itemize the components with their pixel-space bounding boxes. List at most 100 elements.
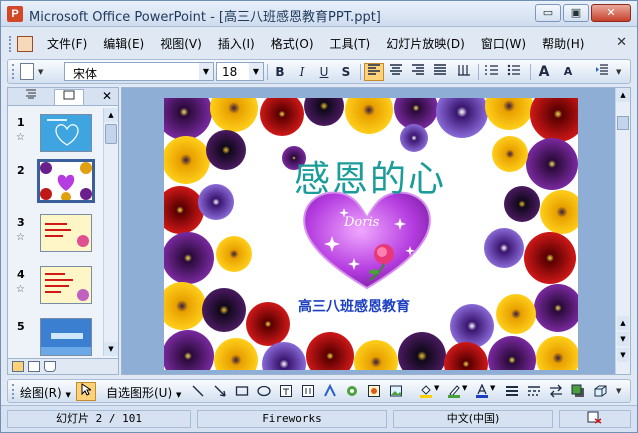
slide-title[interactable]: 感恩的心 <box>294 150 446 202</box>
tab-slides[interactable] <box>54 89 84 105</box>
slide-show-view-icon[interactable] <box>44 361 56 372</box>
toolbar-options-chevron-icon[interactable]: ▼ <box>616 387 621 395</box>
scroll-up-icon[interactable]: ▲ <box>616 88 630 102</box>
slide-number: 4 <box>17 268 25 281</box>
font-size-select[interactable]: 18 ▼ <box>216 62 264 81</box>
list-item[interactable]: 2 <box>8 158 102 210</box>
grow-font-button[interactable]: A <box>534 63 554 81</box>
chevron-down-icon[interactable]: ▼ <box>434 384 439 392</box>
line-icon[interactable] <box>190 384 206 400</box>
normal-view-icon[interactable] <box>12 361 24 372</box>
current-slide[interactable]: Doris 感恩的心 高三八班感恩教育 <box>164 98 578 370</box>
select-objects-button[interactable] <box>76 382 96 401</box>
list-item[interactable]: 3 ☆ <box>8 210 102 262</box>
menu-item-7[interactable]: 窗口(W) <box>473 36 534 53</box>
chevron-down-icon[interactable]: ▼ <box>490 384 495 392</box>
panel-close-icon[interactable]: ✕ <box>102 89 112 103</box>
font-dropdown-arrow-icon[interactable]: ▼ <box>199 63 213 80</box>
arrow-style-icon[interactable] <box>548 384 564 400</box>
menu-item-0[interactable]: 文件(F) <box>39 36 95 53</box>
slide-thumbnail-3[interactable] <box>40 214 92 252</box>
oval-icon[interactable] <box>256 384 272 400</box>
draw-menu-button[interactable]: 绘图(R) ▼ <box>20 384 71 401</box>
scrollbar-thumb[interactable] <box>617 116 629 130</box>
arrow-icon[interactable] <box>212 384 228 400</box>
shadow-style-icon[interactable] <box>570 384 586 400</box>
menu-grip-handle[interactable] <box>9 36 12 52</box>
powerpoint-app-icon[interactable]: P <box>7 6 23 22</box>
slide-thumbnail-5[interactable] <box>40 318 92 356</box>
text-box-icon[interactable] <box>278 384 294 400</box>
font-name-select[interactable]: 宋体 ▼ <box>64 62 214 81</box>
align-center-button[interactable] <box>386 63 406 81</box>
chevron-down-icon[interactable]: ▼ <box>38 68 43 76</box>
slide-thumbnail-1[interactable] <box>40 114 92 152</box>
insert-picture-icon[interactable] <box>388 384 404 400</box>
list-item[interactable]: 4 ☆ <box>8 262 102 314</box>
minimize-button[interactable]: ▭ <box>535 4 561 22</box>
diagram-icon[interactable] <box>344 384 360 400</box>
italic-button[interactable]: I <box>292 63 312 81</box>
clip-art-icon[interactable] <box>366 384 382 400</box>
next-slide-icon[interactable]: ▼ <box>617 348 629 362</box>
new-document-icon[interactable] <box>20 63 34 80</box>
scrollbar-thumb[interactable] <box>105 124 117 144</box>
chevron-down-icon[interactable]: ▼ <box>462 384 467 392</box>
menu-item-5[interactable]: 工具(T) <box>322 36 379 53</box>
underline-button[interactable]: U <box>314 63 334 81</box>
toolbar-grip-handle[interactable] <box>12 384 14 399</box>
align-left-button[interactable] <box>364 63 384 81</box>
slide-thumbnail-list[interactable]: 1 ☆ 2 3 ☆ 4 ☆ 5 <box>8 108 102 356</box>
bold-button[interactable]: B <box>270 63 290 81</box>
menu-item-2[interactable]: 视图(V) <box>152 36 210 53</box>
spelling-status[interactable] <box>559 410 631 428</box>
toolbar-grip-handle[interactable] <box>12 64 14 79</box>
decrease-indent-button[interactable] <box>592 63 612 81</box>
dash-style-icon[interactable] <box>526 384 542 400</box>
list-item[interactable]: 1 ☆ <box>8 110 102 162</box>
wordart-icon[interactable] <box>322 383 338 400</box>
slide-subtitle[interactable]: 高三八班感恩教育 <box>298 296 410 316</box>
vertical-text-box-icon[interactable] <box>300 384 316 400</box>
slide-scrollbar[interactable]: ▲ ▲ ▼ ▼ <box>615 88 630 374</box>
menu-item-3[interactable]: 插入(I) <box>210 36 263 53</box>
autoshapes-menu-button[interactable]: 自选图形(U) ▼ <box>106 384 181 401</box>
document-close-icon[interactable]: ✕ <box>616 35 627 50</box>
line-color-icon[interactable] <box>446 384 462 400</box>
shadow-button[interactable]: S <box>336 63 356 81</box>
distribute-columns-button[interactable] <box>454 63 474 81</box>
bullets-button[interactable] <box>504 63 524 81</box>
menu-item-8[interactable]: 帮助(H) <box>534 36 592 53</box>
window-title: Microsoft Office PowerPoint - [高三八班感恩教育P… <box>29 10 381 25</box>
list-item[interactable]: 5 <box>8 314 102 356</box>
close-button[interactable]: ✕ <box>591 4 631 22</box>
menu-item-1[interactable]: 编辑(E) <box>95 36 152 53</box>
slide-sorter-view-icon[interactable] <box>28 361 40 372</box>
slide-thumbnail-4[interactable] <box>40 266 92 304</box>
scroll-down-icon[interactable]: ▼ <box>617 332 629 346</box>
fill-color-icon[interactable] <box>418 384 434 400</box>
3d-style-icon[interactable] <box>592 384 608 400</box>
menu-item-4[interactable]: 格式(O) <box>263 36 322 53</box>
font-color-icon[interactable] <box>474 383 490 400</box>
thumbnail-scrollbar[interactable]: ▲ ▼ <box>103 108 118 356</box>
scroll-up-icon[interactable]: ▲ <box>104 108 118 122</box>
indent-icon <box>596 64 608 75</box>
align-right-button[interactable] <box>408 63 428 81</box>
shrink-font-button[interactable]: A <box>558 63 578 81</box>
menu-item-6[interactable]: 幻灯片放映(D) <box>378 36 473 53</box>
numbering-button[interactable] <box>482 63 502 81</box>
line-style-icon[interactable] <box>504 384 520 400</box>
slide-number: 2 <box>17 164 25 177</box>
toolbar-options-chevron-icon[interactable]: ▼ <box>616 68 621 76</box>
rectangle-icon[interactable] <box>234 384 250 400</box>
justify-button[interactable] <box>430 63 450 81</box>
document-icon[interactable] <box>17 36 33 52</box>
previous-slide-icon[interactable]: ▲ <box>617 316 629 330</box>
restore-button[interactable]: ▣ <box>563 4 589 22</box>
scroll-down-icon[interactable]: ▼ <box>104 342 118 356</box>
tab-outline[interactable] <box>16 89 46 105</box>
size-dropdown-arrow-icon[interactable]: ▼ <box>249 63 263 80</box>
powerpoint-window: P Microsoft Office PowerPoint - [高三八班感恩教… <box>0 0 638 433</box>
slide-thumbnail-2[interactable] <box>37 159 95 203</box>
